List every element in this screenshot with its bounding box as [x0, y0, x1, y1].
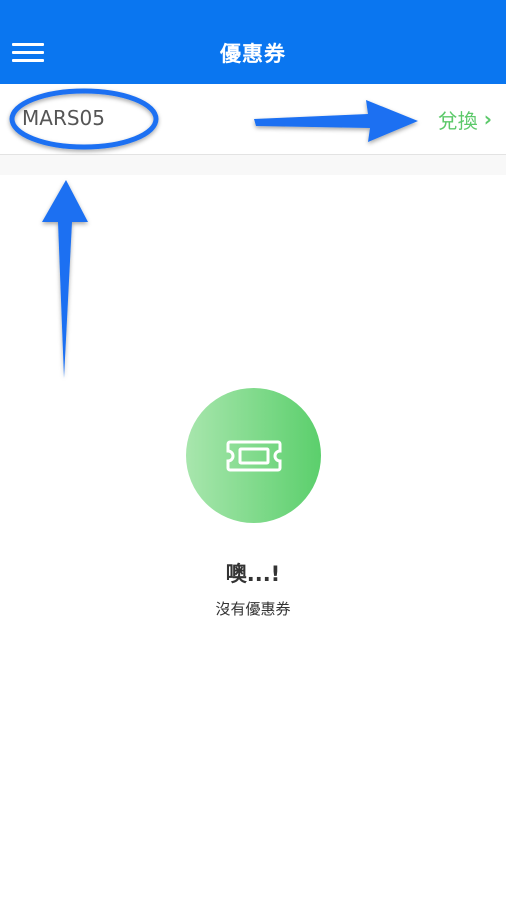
empty-state-badge: [186, 388, 321, 523]
annotation-arrow-up: [42, 180, 88, 378]
top-navbar: 優惠券: [0, 0, 506, 84]
ticket-icon: [226, 440, 282, 472]
coupon-screen: 優惠券 兌換 › 噢...! 沒有優惠券: [0, 0, 506, 900]
redeem-label: 兌換: [437, 108, 478, 133]
page-title: 優惠券: [220, 42, 286, 66]
coupon-code-row: 兌換 ›: [0, 84, 506, 155]
empty-state-message: 沒有優惠券: [215, 600, 291, 618]
empty-state-title: 噢...!: [225, 562, 281, 586]
section-divider: [0, 155, 506, 175]
chevron-right-icon: ›: [483, 107, 492, 131]
coupon-code-input[interactable]: [14, 100, 230, 136]
redeem-button[interactable]: 兌換 ›: [438, 104, 492, 134]
